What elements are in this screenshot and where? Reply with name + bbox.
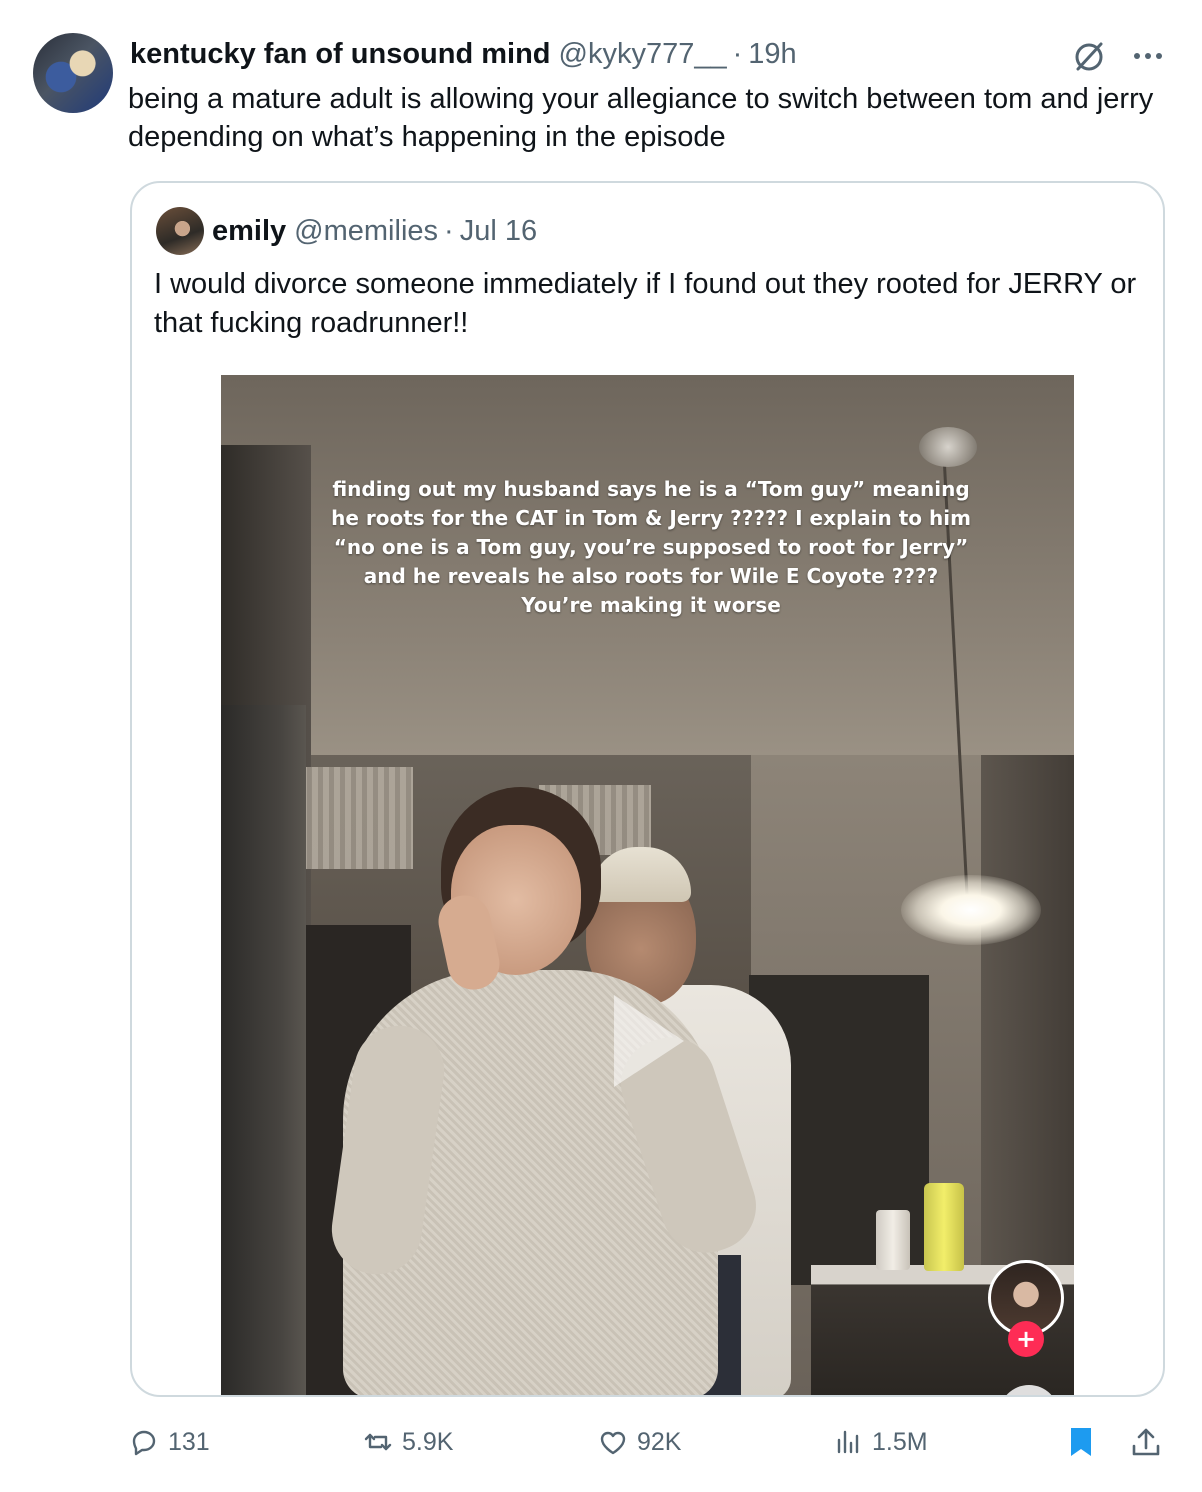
tweet-header: kentucky fan of unsound mind @kyky777__ … — [130, 34, 797, 74]
reply-count: 131 — [168, 1427, 210, 1456]
quoted-header-separator: · — [444, 214, 454, 247]
tweet-text: being a mature adult is allowing your al… — [128, 83, 1154, 153]
video-pendant-cap — [919, 427, 977, 467]
quoted-author-handle[interactable]: @memilies — [294, 215, 438, 248]
quoted-author-display-name[interactable]: emily — [212, 215, 286, 248]
tweet: kentucky fan of unsound mind @kyky777__ … — [0, 0, 1202, 1492]
play-icon[interactable] — [614, 995, 684, 1087]
heart-outline-icon — [600, 1431, 626, 1455]
like-count: 92K — [637, 1427, 682, 1456]
video-caption: finding out my husband says he is a “Tom… — [331, 477, 971, 617]
author-handle[interactable]: @kyky777__ — [559, 38, 727, 71]
quoted-tweet-text: I would divorce someone immediately if I… — [154, 268, 1137, 339]
like-button[interactable]: 92K — [597, 1420, 681, 1464]
repost-count: 5.9K — [402, 1427, 454, 1456]
reply-icon — [132, 1430, 156, 1456]
reply-button[interactable]: 131 — [128, 1420, 210, 1464]
views-chart-icon — [837, 1430, 859, 1454]
bookmark-button[interactable] — [1063, 1420, 1099, 1464]
header-separator: · — [732, 37, 743, 70]
share-button[interactable] — [1128, 1420, 1164, 1464]
tweet-action-bar: 131 5.9K 92K 1.5M — [0, 1420, 1202, 1464]
repost-button[interactable]: 5.9K — [362, 1420, 453, 1464]
video-man-cap — [591, 847, 691, 902]
video-pendant-light — [901, 875, 1041, 945]
bookmark-filled-icon — [1071, 1428, 1091, 1456]
quoted-author-avatar[interactable] — [156, 207, 204, 255]
video-air-vent — [301, 767, 413, 869]
quoted-tweet-timestamp[interactable]: Jul 16 — [460, 215, 537, 248]
follow-plus-icon: + — [1008, 1321, 1044, 1357]
video-can — [876, 1210, 910, 1270]
quoted-tweet-header: emily @memilies · Jul 16 — [212, 211, 537, 251]
quoted-tweet-card[interactable]: emily @memilies · Jul 16 I would divorce… — [130, 181, 1165, 1397]
author-display-name[interactable]: kentucky fan of unsound mind — [130, 38, 551, 71]
video-cup — [924, 1183, 964, 1271]
share-icon — [1132, 1428, 1160, 1456]
author-avatar[interactable] — [33, 33, 113, 113]
video-thumbnail[interactable]: finding out my husband says he is a “Tom… — [221, 375, 1074, 1395]
video-fridge — [221, 705, 306, 1395]
grok-icon[interactable] — [1069, 36, 1109, 76]
tweet-timestamp[interactable]: 19h — [748, 38, 796, 71]
more-icon[interactable] — [1128, 36, 1168, 76]
view-count: 1.5M — [872, 1427, 928, 1456]
repost-icon — [364, 1433, 392, 1451]
views-button[interactable]: 1.5M — [832, 1420, 928, 1464]
